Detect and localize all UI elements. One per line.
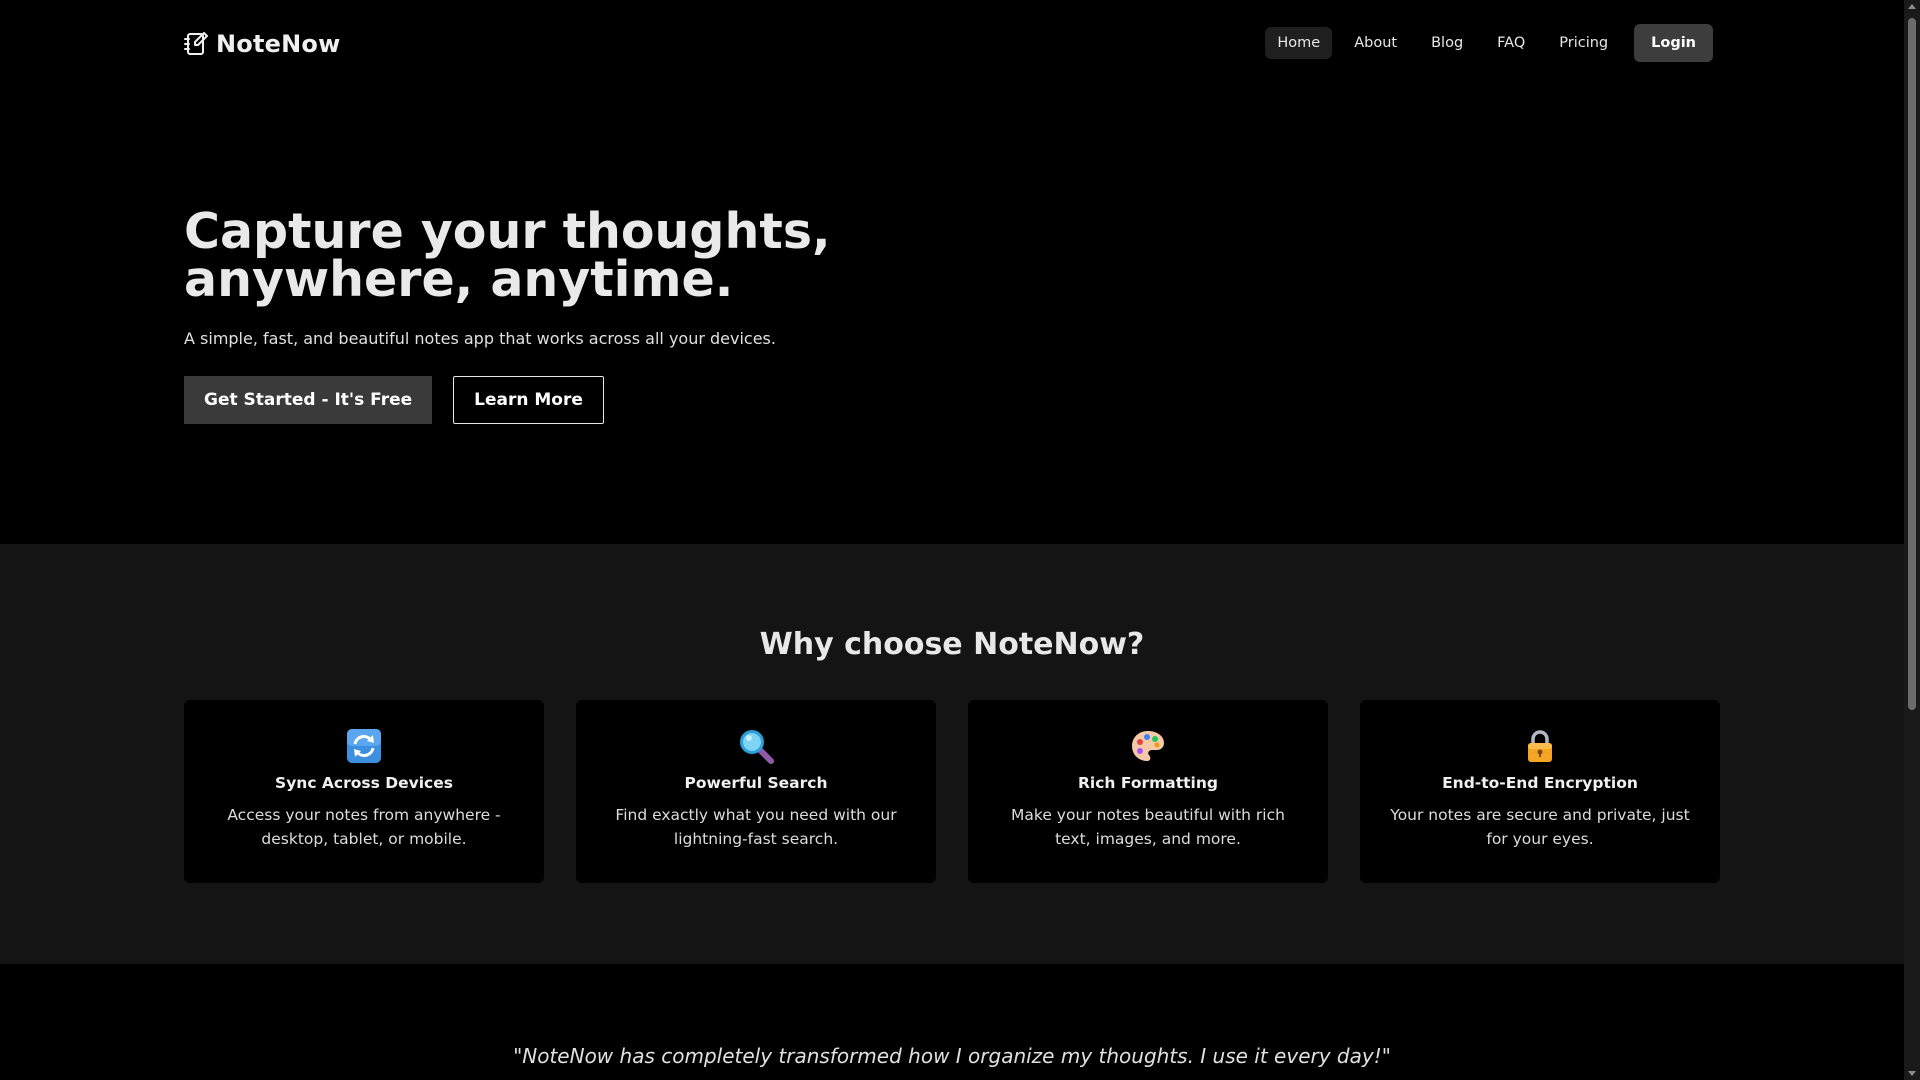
main-nav: Home About Blog FAQ Pricing Login xyxy=(1265,24,1713,62)
feature-title: End-to-End Encryption xyxy=(1442,774,1638,792)
feature-title: Powerful Search xyxy=(684,774,828,792)
scroll-thumb[interactable] xyxy=(1908,18,1916,710)
hero-actions: Get Started - It's Free Learn More xyxy=(184,376,604,424)
notebook-pen-icon xyxy=(184,32,208,55)
brand-name: NoteNow xyxy=(216,30,341,58)
feature-title: Rich Formatting xyxy=(1078,774,1218,792)
feature-card-search: Powerful Search Find exactly what you ne… xyxy=(576,700,936,883)
page-scrollbar[interactable] xyxy=(1904,0,1920,1080)
feature-description: Access your notes from anywhere - deskto… xyxy=(227,806,501,848)
feature-description: Your notes are secure and private, just … xyxy=(1390,806,1690,848)
scroll-down-icon[interactable] xyxy=(1908,1071,1916,1076)
site-header: NoteNow Home About Blog FAQ Pricing Logi… xyxy=(0,0,1904,88)
feature-card-encryption: End-to-End Encryption Your notes are sec… xyxy=(1360,700,1720,883)
nav-pricing-link[interactable]: Pricing xyxy=(1547,27,1620,59)
magnifying-glass-icon xyxy=(740,730,774,764)
palette-icon xyxy=(1132,731,1164,761)
get-started-button[interactable]: Get Started - It's Free xyxy=(184,376,433,424)
feature-card-formatting: Rich Formatting Make your notes beautifu… xyxy=(968,700,1328,883)
feature-card-sync: Sync Across Devices Access your notes fr… xyxy=(184,700,544,883)
login-button[interactable]: Login xyxy=(1634,24,1713,62)
hero-section: Capture your thoughts, anywhere, anytime… xyxy=(0,88,1904,544)
nav-faq-link[interactable]: FAQ xyxy=(1485,27,1537,59)
hero-subtitle: A simple, fast, and beautiful notes app … xyxy=(184,329,776,348)
nav-about-link[interactable]: About xyxy=(1342,27,1409,59)
hero-title: Capture your thoughts, anywhere, anytime… xyxy=(184,207,884,304)
scroll-up-icon[interactable] xyxy=(1908,4,1916,9)
nav-blog-link[interactable]: Blog xyxy=(1419,27,1475,59)
testimonial-quote: "NoteNow has completely transformed how … xyxy=(513,1044,1391,1068)
lock-icon xyxy=(1528,730,1552,762)
learn-more-button[interactable]: Learn More xyxy=(453,376,604,424)
feature-description: Make your notes beautiful with rich text… xyxy=(1011,806,1285,848)
testimonial-section: "NoteNow has completely transformed how … xyxy=(0,964,1904,1080)
feature-title: Sync Across Devices xyxy=(275,774,453,792)
nav-home-link[interactable]: Home xyxy=(1265,27,1333,59)
feature-description: Find exactly what you need with our ligh… xyxy=(615,806,897,848)
brand-logo[interactable]: NoteNow xyxy=(184,30,340,58)
features-heading: Why choose NoteNow? xyxy=(759,627,1145,662)
features-section: Why choose NoteNow? Sync Across Devices … xyxy=(0,544,1904,964)
sync-arrows-icon xyxy=(347,729,381,763)
hero-title-line2: anywhere, anytime. xyxy=(184,251,734,308)
feature-cards: Sync Across Devices Access your notes fr… xyxy=(184,700,1720,883)
